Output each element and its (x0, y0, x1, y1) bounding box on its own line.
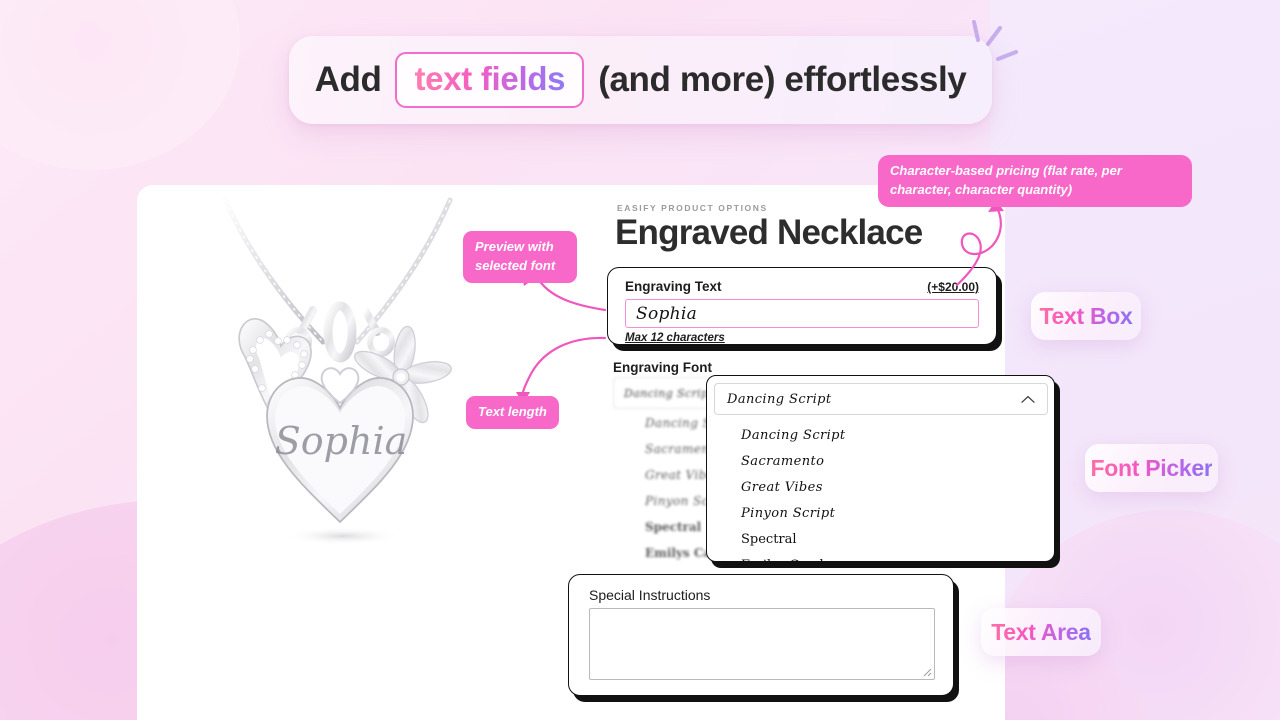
headline-highlight-chip: text fields (395, 52, 585, 108)
font-option-dancing-script[interactable]: Dancing Script (707, 422, 1054, 448)
engraving-text-field-card: Engraving Text (+$20.00) Sophia Max 12 c… (607, 267, 997, 345)
font-option-great-vibes[interactable]: Great Vibes (707, 474, 1054, 500)
font-option-spectral[interactable]: Spectral (707, 526, 1054, 552)
special-instructions-textarea[interactable] (589, 608, 935, 680)
page-title: Engraved Necklace (615, 213, 923, 252)
background-blob-top-left (0, 0, 240, 170)
engraving-text-input[interactable]: Sophia (625, 299, 979, 328)
headline-prefix: Add (314, 60, 382, 99)
callout-character-pricing: Character-based pricing (flat rate, per … (878, 155, 1192, 207)
tag-text-box-label: Text Box (1039, 302, 1133, 329)
product-eyebrow: EASIFY PRODUCT OPTIONS (617, 203, 768, 213)
engraving-price-badge: (+$20.00) (927, 280, 979, 294)
tag-text-area: Text Area (981, 608, 1101, 656)
engraved-name-on-pendant: Sophia (275, 419, 408, 463)
engraving-font-label: Engraving Font (613, 360, 712, 375)
resize-grip-icon[interactable] (921, 666, 932, 677)
font-select-value-background: Dancing Script (624, 386, 714, 400)
tag-font-picker-label: Font Picker (1090, 454, 1213, 481)
tag-text-area-label: Text Area (991, 618, 1091, 645)
headline-suffix: (and more) effortlessly (598, 60, 967, 99)
callout-preview-font: Preview with selected font (463, 231, 577, 283)
engraving-text-label: Engraving Text (625, 279, 722, 294)
tag-text-box: Text Box (1031, 292, 1141, 340)
font-option-list[interactable]: Dancing Script Sacramento Great Vibes Pi… (707, 422, 1054, 562)
sparkle-icon (972, 20, 1018, 61)
chevron-up-icon (1021, 395, 1035, 403)
engraving-text-helper: Max 12 characters (625, 332, 725, 344)
font-select-selected-value: Dancing Script (727, 391, 832, 407)
font-option-sacramento[interactable]: Sacramento (707, 448, 1054, 474)
product-image-necklace: Sophia (222, 197, 453, 545)
tag-font-picker: Font Picker (1085, 444, 1218, 492)
font-picker-dropdown[interactable]: Dancing Script Dancing Script Sacramento… (706, 375, 1055, 562)
font-select-trigger[interactable]: Dancing Script (714, 383, 1048, 415)
font-option-pinyon-script[interactable]: Pinyon Script (707, 500, 1054, 526)
headline-banner: Add text fields (and more) effortlessly (289, 36, 992, 124)
special-instructions-card: Special Instructions (568, 574, 954, 696)
special-instructions-label: Special Instructions (589, 587, 711, 603)
headline-highlight-text: text fields (414, 60, 566, 97)
font-option-emilys-candy[interactable]: Emilys Candy (707, 552, 1054, 562)
callout-text-length: Text length (466, 396, 559, 429)
engraving-text-input-value: Sophia (636, 303, 698, 324)
